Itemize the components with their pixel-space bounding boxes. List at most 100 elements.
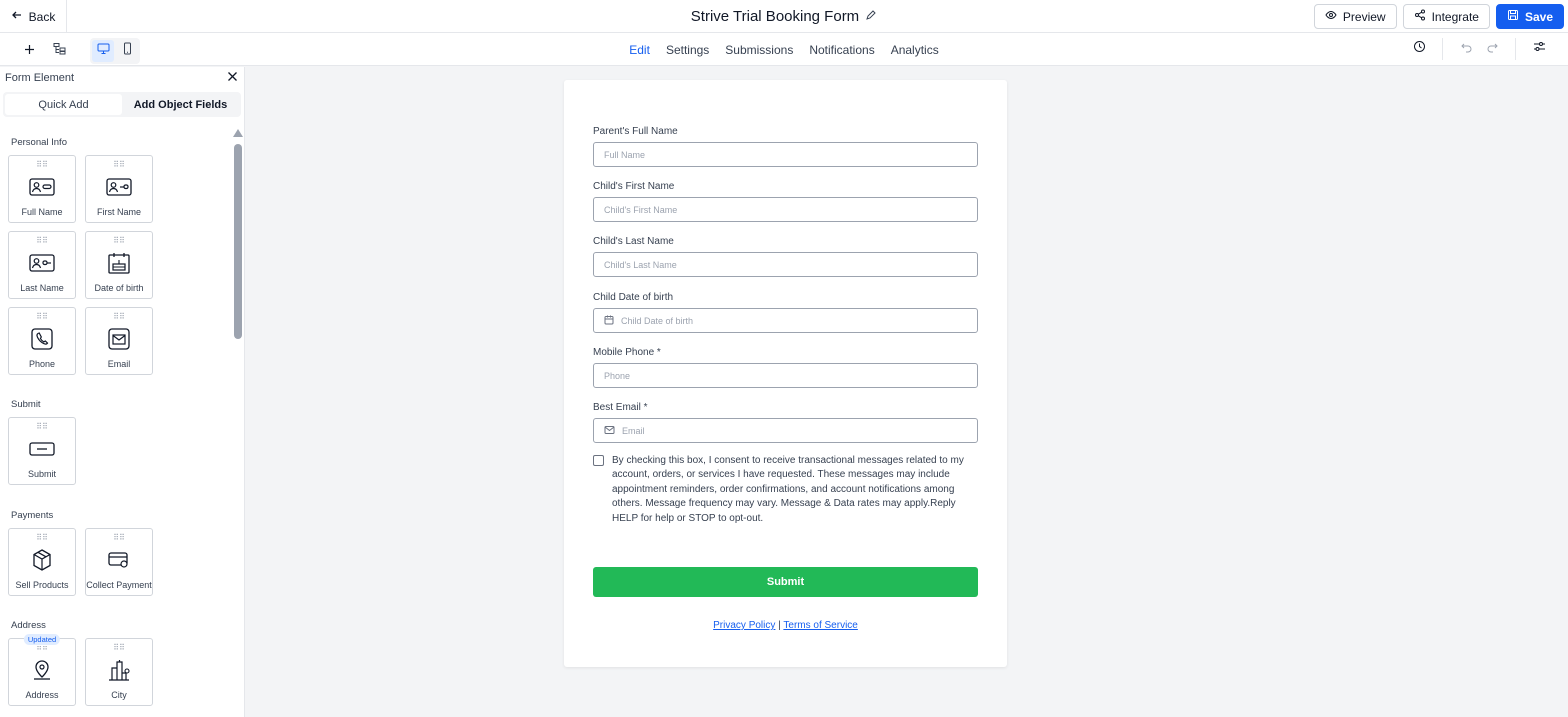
pencil-icon[interactable]: [865, 8, 877, 25]
field-label: Parent's Full Name: [593, 126, 678, 137]
field-label: Child Date of birth: [593, 292, 674, 303]
consent-checkbox[interactable]: [593, 455, 604, 466]
form-element-panel: Form Element Quick Add Add Object Fields…: [0, 67, 245, 717]
mobile-view-button[interactable]: [116, 40, 138, 62]
calendar-icon: [604, 315, 614, 327]
element-address[interactable]: Updated ⠿⠿ Address: [8, 634, 76, 706]
element-first-name[interactable]: ⠿⠿ First Name: [85, 155, 153, 223]
history-button[interactable]: [1408, 38, 1430, 60]
element-date-of-birth[interactable]: ⠿⠿ Date of birth: [85, 231, 153, 299]
share-icon: [1414, 9, 1426, 24]
element-full-name[interactable]: ⠿⠿ Full Name: [8, 155, 76, 223]
desktop-view-button[interactable]: [92, 40, 114, 62]
integrate-button[interactable]: Integrate: [1402, 4, 1490, 29]
panel-title: Form Element: [5, 72, 75, 84]
element-email[interactable]: ⠿⠿ Email: [85, 307, 153, 375]
section-label-submit: Submit: [11, 399, 41, 410]
child-first-name-input[interactable]: Child's First Name: [593, 197, 978, 222]
element-city[interactable]: ⠿⠿ City: [85, 638, 153, 706]
id-card-icon: [29, 252, 55, 274]
editor-tabs: Edit Settings Submissions Notifications …: [0, 33, 1568, 66]
element-submit[interactable]: ⠿⠿ Submit: [8, 417, 76, 485]
drag-handle-icon: ⠿⠿: [36, 312, 48, 321]
map-pin-icon: [31, 659, 53, 681]
tab-add-object-fields[interactable]: Add Object Fields: [122, 94, 239, 115]
section-label-address: Address: [11, 620, 46, 631]
element-collect-payment[interactable]: ⠿⠿ Collect Payment: [85, 528, 153, 596]
element-label: Full Name: [21, 207, 63, 217]
field-child-last-name[interactable]: Child's Last Name Child's Last Name: [593, 236, 978, 277]
legal-links: Privacy Policy | Terms of Service: [593, 620, 978, 631]
undo-icon: [1460, 40, 1473, 58]
full-name-input[interactable]: Full Name: [593, 142, 978, 167]
email-input[interactable]: Email: [593, 418, 978, 443]
element-sell-products[interactable]: ⠿⠿ Sell Products: [8, 528, 76, 596]
child-last-name-input[interactable]: Child's Last Name: [593, 252, 978, 277]
redo-button[interactable]: [1481, 38, 1503, 60]
save-label: Save: [1524, 9, 1553, 24]
toolbar-left: [18, 38, 140, 64]
element-label: Date of birth: [94, 283, 144, 293]
element-list: Personal Info ⠿⠿ Full Name ⠿⠿ First Name: [0, 129, 232, 717]
element-label: Submit: [27, 469, 56, 479]
date-of-birth-input[interactable]: Child Date of birth: [593, 308, 978, 333]
smartphone-icon: [121, 42, 134, 60]
tab-settings[interactable]: Settings: [666, 43, 709, 57]
field-mobile-phone[interactable]: Mobile Phone * Phone: [593, 347, 978, 388]
close-icon[interactable]: [227, 71, 238, 85]
mail-icon: [108, 328, 130, 350]
tab-submissions[interactable]: Submissions: [725, 43, 793, 57]
field-child-first-name[interactable]: Child's First Name Child's First Name: [593, 181, 978, 222]
back-button[interactable]: Back: [0, 0, 67, 33]
eye-icon: [1325, 9, 1337, 24]
toolbar-right: [1408, 38, 1550, 60]
monitor-icon: [97, 42, 110, 60]
field-parent-full-name[interactable]: Parent's Full Name Full Name: [593, 126, 978, 167]
field-child-date-of-birth[interactable]: Child Date of birth Child Date of birth: [593, 292, 978, 333]
package-icon: [32, 549, 52, 571]
field-best-email[interactable]: Best Email * Email: [593, 402, 978, 443]
terms-of-service-link[interactable]: Terms of Service: [783, 620, 857, 631]
save-button[interactable]: Save: [1495, 4, 1564, 29]
element-label: Sell Products: [15, 580, 69, 590]
phone-input[interactable]: Phone: [593, 363, 978, 388]
form-preview-card: Parent's Full Name Full Name Child's Fir…: [564, 80, 1007, 667]
drag-handle-icon: ⠿⠿: [113, 643, 125, 652]
city-buildings-icon: [107, 659, 131, 681]
add-element-button[interactable]: [18, 40, 40, 62]
id-card-icon: [106, 176, 132, 198]
drag-handle-icon: ⠿⠿: [113, 312, 125, 321]
style-settings-button[interactable]: [1528, 38, 1550, 60]
privacy-policy-link[interactable]: Privacy Policy: [713, 620, 775, 631]
updated-badge: Updated: [23, 634, 61, 645]
scroll-up-arrow-icon[interactable]: [233, 129, 243, 137]
element-label: City: [111, 690, 127, 700]
credit-card-icon: [108, 549, 130, 571]
element-label: Email: [107, 359, 131, 369]
placeholder: Phone: [604, 370, 631, 381]
element-label: First Name: [96, 207, 141, 217]
tab-analytics[interactable]: Analytics: [891, 43, 939, 57]
element-phone[interactable]: ⠿⠿ Phone: [8, 307, 76, 375]
tab-notifications[interactable]: Notifications: [809, 43, 874, 57]
panel-tabs: Quick Add Add Object Fields: [3, 92, 241, 117]
tab-quick-add[interactable]: Quick Add: [5, 94, 122, 115]
element-last-name[interactable]: ⠿⠿ Last Name: [8, 231, 76, 299]
scroll-thumb[interactable]: [234, 144, 242, 339]
history-icon: [1413, 40, 1426, 58]
panel-scrollbar[interactable]: [233, 129, 243, 717]
preview-button[interactable]: Preview: [1313, 4, 1397, 29]
floppy-icon: [1507, 9, 1519, 24]
mail-icon: [604, 425, 615, 437]
layers-button[interactable]: [48, 40, 70, 62]
submit-button[interactable]: Submit: [593, 567, 978, 597]
layers-icon: [53, 42, 66, 60]
integrate-label: Integrate: [1431, 9, 1479, 24]
top-bar: Back Strive Trial Booking Form Preview I…: [0, 0, 1568, 33]
editor-toolbar: Edit Settings Submissions Notifications …: [0, 33, 1568, 66]
undo-button[interactable]: [1455, 38, 1477, 60]
tab-edit[interactable]: Edit: [629, 43, 650, 57]
drag-handle-icon: ⠿⠿: [36, 533, 48, 542]
field-label: Mobile Phone *: [593, 347, 661, 358]
plus-icon: [24, 42, 35, 60]
